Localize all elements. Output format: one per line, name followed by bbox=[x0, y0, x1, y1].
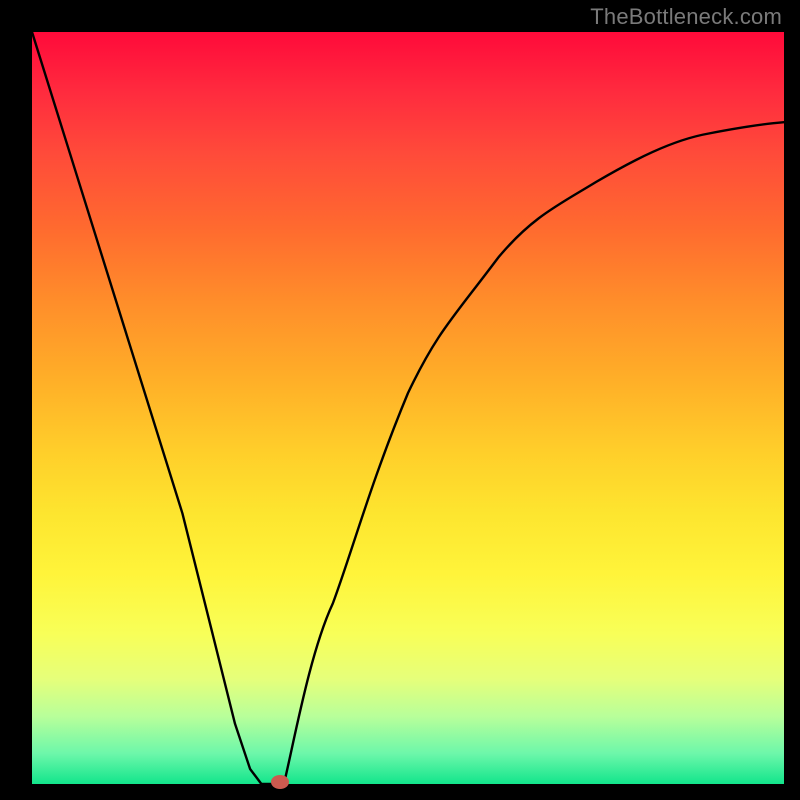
curve-left-branch bbox=[32, 32, 261, 784]
plot-area bbox=[32, 32, 784, 784]
chart-frame: TheBottleneck.com bbox=[0, 0, 800, 800]
minimum-marker-dot bbox=[271, 775, 289, 789]
bottleneck-curve bbox=[32, 32, 784, 784]
curve-right-branch bbox=[284, 122, 784, 784]
watermark-text: TheBottleneck.com bbox=[590, 4, 782, 30]
